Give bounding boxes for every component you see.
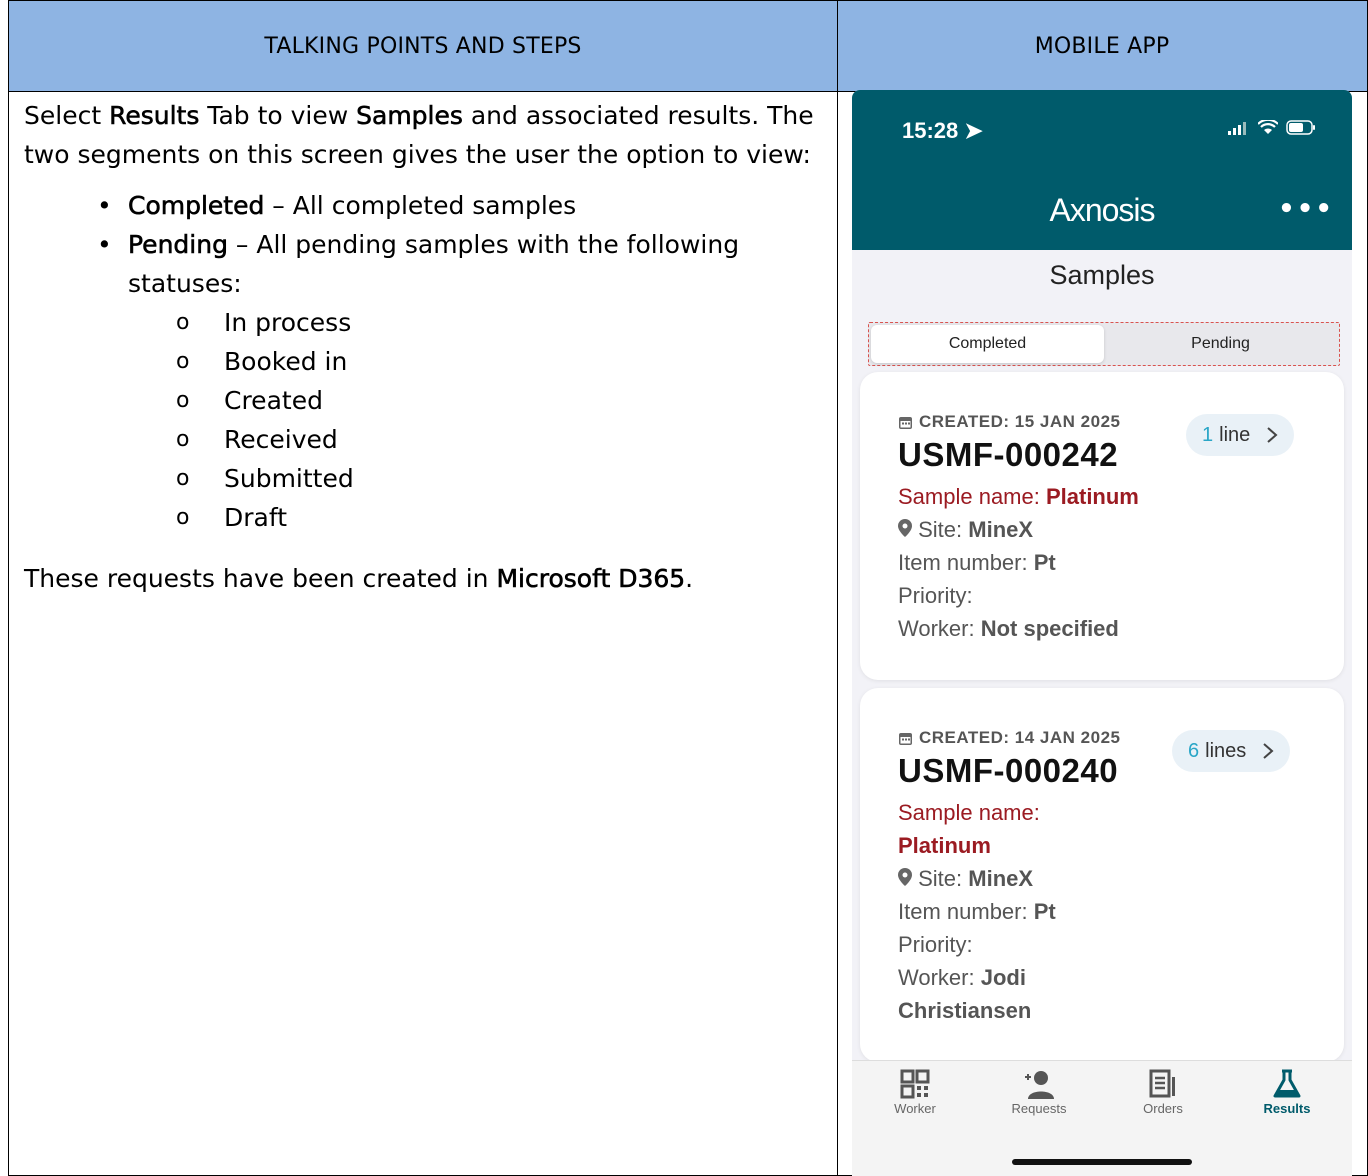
segment-completed[interactable]: Completed bbox=[871, 325, 1104, 363]
tab-worker[interactable]: Worker bbox=[870, 1069, 960, 1116]
sample-id: USMF-000240 bbox=[898, 752, 1119, 789]
sample-card[interactable]: CREATED: 15 JAN 2025 USMF-000242 1 line S… bbox=[860, 372, 1344, 680]
home-indicator bbox=[1012, 1159, 1192, 1165]
site: Site: MineX bbox=[898, 513, 1139, 546]
created-date: CREATED: 14 JAN 2025 bbox=[898, 728, 1120, 748]
item-number: Item number: Pt bbox=[898, 899, 1056, 924]
status-item: o In process bbox=[176, 308, 352, 337]
sample-name-value: Platinum bbox=[898, 833, 991, 858]
closing-paragraph: These requests have been created in Micr… bbox=[24, 564, 694, 594]
sample-fields: Sample name: Platinum Site: MineX Item n… bbox=[898, 796, 1056, 1027]
table-header-row: TALKING POINTS AND STEPS MOBILE APP bbox=[9, 1, 1367, 92]
priority: Priority: bbox=[898, 932, 973, 957]
document-list-icon bbox=[1149, 1069, 1175, 1098]
chevron-right-icon bbox=[1263, 743, 1274, 759]
tab-orders[interactable]: Orders bbox=[1118, 1069, 1208, 1116]
battery-icon bbox=[1286, 120, 1315, 135]
bullet-completed: • Completed – All completed samples bbox=[97, 191, 577, 221]
status-time: 15:28 ➤ bbox=[902, 118, 983, 143]
signal-icon bbox=[1228, 121, 1246, 135]
sample-id: USMF-000242 bbox=[898, 436, 1119, 473]
priority: Priority: bbox=[898, 583, 973, 608]
sample-fields: Sample name: Platinum Site: MineX Item n… bbox=[898, 480, 1139, 645]
qr-code-icon bbox=[900, 1069, 930, 1099]
lines-button[interactable]: 1 line bbox=[1186, 414, 1295, 456]
axnosis-logo: Axnosis bbox=[1049, 192, 1155, 228]
more-menu-icon[interactable]: ••• bbox=[1278, 194, 1334, 224]
app-header: 15:28 ➤ Axnosis ••• bbox=[852, 90, 1352, 250]
bottom-tab-bar: Worker Requests Orders Results bbox=[852, 1060, 1352, 1176]
header-talking-points: TALKING POINTS AND STEPS bbox=[264, 33, 582, 59]
status-item: o Received bbox=[176, 425, 338, 454]
sample-name-label: Sample name: bbox=[898, 800, 1040, 825]
sample-card[interactable]: CREATED: 14 JAN 2025 USMF-000240 6 lines … bbox=[860, 688, 1344, 1062]
status-item: o Draft bbox=[176, 503, 288, 532]
chevron-right-icon bbox=[1267, 427, 1278, 443]
screen-title: Samples bbox=[1049, 260, 1155, 290]
wifi-icon bbox=[1258, 120, 1278, 134]
location-pin-icon bbox=[898, 519, 912, 537]
status-icons bbox=[1228, 120, 1316, 135]
samples-term: Samples bbox=[356, 101, 463, 131]
location-pin-icon bbox=[898, 868, 912, 886]
column-divider bbox=[837, 1, 838, 1176]
segment-bullets: • Completed – All completed samples • Pend… bbox=[24, 186, 824, 537]
location-arrow-icon: ➤ bbox=[964, 118, 983, 143]
lines-button[interactable]: 6 lines bbox=[1172, 730, 1291, 772]
status-item: o Booked in bbox=[176, 347, 348, 376]
status-list: o In process o Booked in o Created o Receive… bbox=[128, 303, 824, 537]
status-item: o Created bbox=[176, 386, 323, 415]
calendar-icon bbox=[899, 416, 912, 429]
status-item: o Submitted bbox=[176, 464, 354, 493]
intro-paragraph: Select Results Tab to view Samples and a… bbox=[24, 101, 814, 169]
item-number: Item number: Pt bbox=[898, 550, 1056, 575]
tab-requests[interactable]: Requests bbox=[994, 1069, 1084, 1116]
bullet-pending: • Pending – All pending samples with the … bbox=[24, 225, 824, 537]
mobile-app-screenshot: 15:28 ➤ Axnosis ••• Samples Completed Pe… bbox=[852, 90, 1352, 1176]
flask-icon bbox=[1273, 1069, 1301, 1098]
worker-continued: Christiansen bbox=[898, 998, 1032, 1023]
worker: Worker: Not specified bbox=[898, 616, 1119, 641]
calendar-icon bbox=[899, 732, 912, 745]
add-person-icon bbox=[1025, 1071, 1054, 1099]
segment-control: Completed Pending bbox=[868, 322, 1340, 366]
results-term: Results bbox=[109, 101, 200, 131]
site: Site: MineX bbox=[898, 862, 1056, 895]
segment-pending[interactable]: Pending bbox=[1104, 325, 1337, 363]
header-mobile-app: MOBILE APP bbox=[1034, 33, 1170, 59]
talking-points-cell: Select Results Tab to view Samples and a… bbox=[24, 96, 824, 598]
d365-term: Microsoft D365 bbox=[496, 564, 686, 594]
created-date: CREATED: 15 JAN 2025 bbox=[898, 412, 1120, 432]
worker: Worker: Jodi bbox=[898, 965, 1026, 990]
sample-name: Sample name: Platinum bbox=[898, 484, 1139, 509]
tab-results[interactable]: Results bbox=[1242, 1069, 1332, 1116]
